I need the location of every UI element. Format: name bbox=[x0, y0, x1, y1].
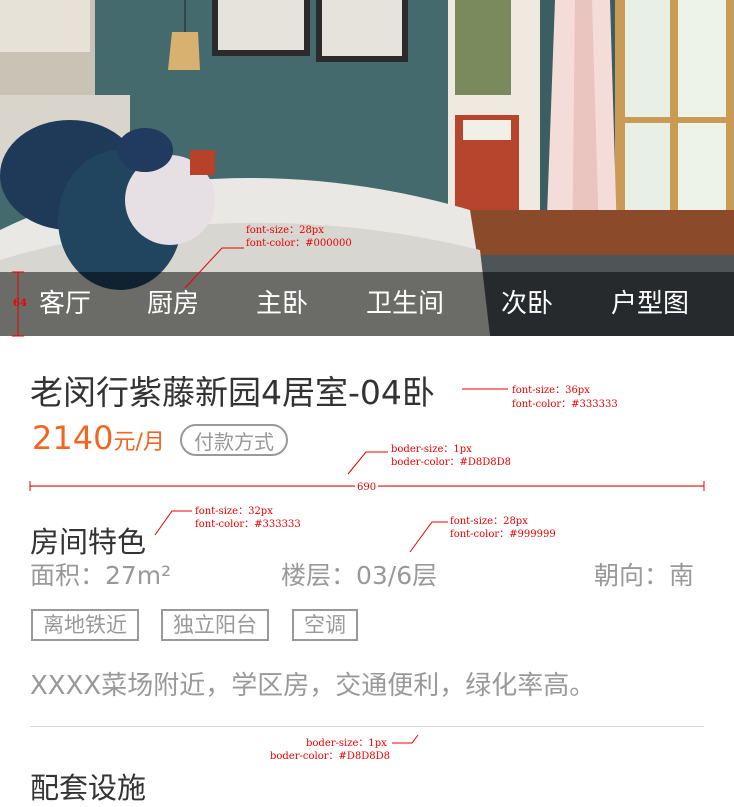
tab-second-bedroom[interactable]: 次卧 bbox=[501, 286, 553, 322]
tab-kitchen[interactable]: 厨房 bbox=[147, 286, 199, 322]
room-tab-bar: 客厅 厨房 主卧 卫生间 次卧 户型图 bbox=[0, 272, 734, 336]
tab-living-room[interactable]: 客厅 bbox=[39, 286, 91, 322]
price: 2140元/月 bbox=[32, 419, 165, 457]
tab-floor-plan[interactable]: 户型图 bbox=[611, 286, 689, 322]
price-value: 2140 bbox=[32, 419, 114, 457]
annotation-divider2-size: boder-size：1px bbox=[306, 738, 387, 749]
annotation-meta-font-size: font-size：28px bbox=[450, 516, 528, 527]
annotation-divider-color: boder-color：#D8D8D8 bbox=[391, 457, 512, 468]
facilities-heading: 配套设施 bbox=[30, 771, 147, 805]
divider bbox=[30, 726, 704, 727]
annotation-tab-font-size: font-size：28px bbox=[246, 225, 324, 236]
features-heading: 房间特色 bbox=[30, 525, 147, 559]
annotation-title-font-size: font-size：36px bbox=[512, 385, 590, 396]
tab-bathroom[interactable]: 卫生间 bbox=[366, 286, 444, 322]
tab-master-bedroom[interactable]: 主卧 bbox=[256, 286, 308, 322]
annotation-tab-font-color: font-color：#000000 bbox=[246, 238, 352, 249]
annotation-heading-font-color: font-color：#333333 bbox=[195, 519, 301, 530]
price-unit: 元/月 bbox=[113, 430, 165, 455]
orientation-info: 朝向：南 bbox=[594, 561, 695, 590]
feature-tag: 空调 bbox=[292, 609, 358, 641]
payment-method-button[interactable]: 付款方式 bbox=[180, 424, 288, 456]
room-description: XXXX菜场附近，学区房，交通便利，绿化率高。 bbox=[30, 671, 596, 701]
feature-tag: 独立阳台 bbox=[161, 609, 269, 641]
annotation-meta-font-color: font-color：#999999 bbox=[450, 529, 556, 540]
annotation-divider2-color: boder-color：#D8D8D8 bbox=[270, 751, 391, 762]
annotation-divider-size: boder-size：1px bbox=[391, 444, 472, 455]
annotation-divider-width: 690 bbox=[355, 481, 379, 494]
annotation-tab-height: 64 bbox=[13, 298, 27, 309]
listing-title: 老闵行紫藤新园4居室-04卧 bbox=[30, 373, 435, 412]
annotation-heading-font-size: font-size：32px bbox=[195, 506, 273, 517]
area-info: 面积：27m² bbox=[30, 561, 172, 590]
annotation-title-font-color: font-color：#333333 bbox=[512, 399, 618, 410]
floor-info: 楼层：03/6层 bbox=[281, 561, 438, 590]
feature-tag: 离地铁近 bbox=[31, 609, 139, 641]
